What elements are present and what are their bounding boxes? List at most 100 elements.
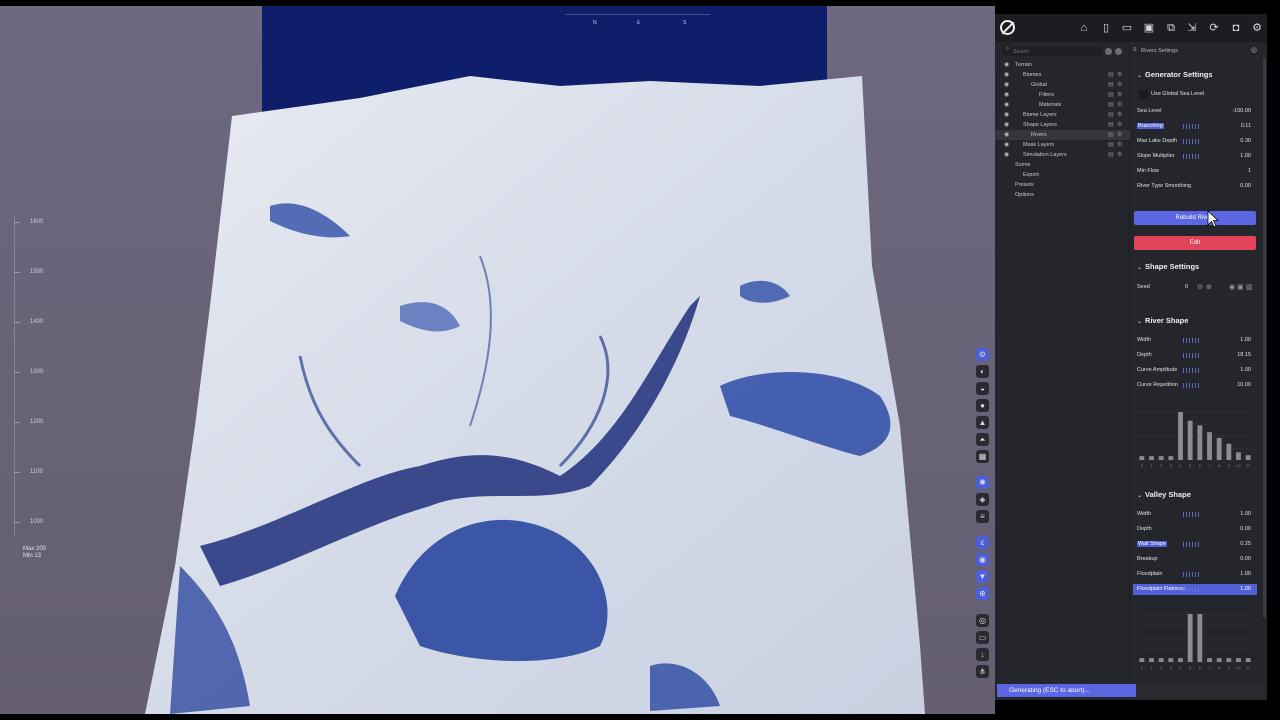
target-icon[interactable]: ◎ xyxy=(976,614,989,627)
slider-handle[interactable] xyxy=(1183,587,1199,592)
expand-all-icon[interactable] xyxy=(1115,48,1122,55)
property-row[interactable]: Curve Repetition 10.00 xyxy=(1133,380,1257,391)
histogram-bar[interactable] xyxy=(1178,658,1183,662)
slider-handle[interactable] xyxy=(1183,154,1199,159)
histogram-bar[interactable] xyxy=(1139,456,1145,460)
histogram-bar[interactable] xyxy=(1207,658,1212,662)
tree-item[interactable]: Presets xyxy=(995,180,1130,190)
terrain-viewport[interactable]: N E S 1600 1500 1400 1300 1200 1100 1000… xyxy=(0,6,995,714)
tree-item[interactable]: ◉ Simulation Layers ▤ ⚙ xyxy=(995,150,1130,160)
valley-shape-title[interactable]: ⌄ Valley Shape xyxy=(1137,490,1191,499)
visibility-eye-icon[interactable]: ◉ xyxy=(1004,120,1009,130)
property-row[interactable]: Floodplain 1.00 xyxy=(1133,569,1257,580)
property-value[interactable]: 1.00 xyxy=(1240,586,1251,592)
visibility-eye-icon[interactable]: ◉ xyxy=(1004,70,1009,80)
export-icon[interactable]: ⇲ xyxy=(1185,21,1199,35)
tree-search-input[interactable] xyxy=(1013,47,1098,56)
layer-settings-icon[interactable]: ⚙ xyxy=(1117,120,1122,130)
panel-menu-icon[interactable]: ≡ xyxy=(1133,47,1137,53)
stamp-icon[interactable]: ◒ xyxy=(976,382,989,395)
tree-item[interactable]: Export xyxy=(995,170,1130,180)
visibility-eye-icon[interactable]: ◉ xyxy=(1004,90,1009,100)
river-shape-histogram[interactable]: 0 1 2 3 4 5 6 7 8 9 10 11 xyxy=(1137,410,1253,470)
property-value[interactable]: 1.00 xyxy=(1240,367,1251,373)
property-row[interactable]: Sea Level -100.00 xyxy=(1133,106,1257,117)
property-row[interactable]: Slope Multiplier 1.00 xyxy=(1133,151,1257,162)
mountain-icon[interactable]: ▲ xyxy=(976,416,989,429)
tree-item[interactable]: ◉ Materials ▤ ⚙ xyxy=(995,100,1130,110)
property-row[interactable]: Floodplain Flatness 1.00 xyxy=(1133,584,1257,595)
layer-settings-icon[interactable]: ⚙ xyxy=(1117,80,1122,90)
property-row[interactable]: Branching 0.11 xyxy=(1133,121,1257,132)
slider-handle[interactable] xyxy=(1183,338,1199,343)
sun-icon[interactable]: ✺ xyxy=(976,476,989,489)
globe-icon[interactable]: ⊕ xyxy=(976,587,989,600)
slider-handle[interactable] xyxy=(1183,353,1199,358)
layers-icon[interactable]: ◈ xyxy=(976,493,989,506)
river-shape-title[interactable]: ⌄ River Shape xyxy=(1137,316,1188,325)
layer-folder-icon[interactable]: ▤ xyxy=(1108,80,1114,90)
open-folder-icon[interactable]: ▭ xyxy=(1120,21,1134,35)
tree-item[interactable]: ◉ Global ▤ ⚙ xyxy=(995,80,1130,90)
use-global-sea-level-checkbox[interactable] xyxy=(1139,90,1148,99)
layer-folder-icon[interactable]: ▤ xyxy=(1108,120,1114,130)
slider-handle[interactable] xyxy=(1183,383,1199,388)
property-value[interactable]: 0.00 xyxy=(1240,526,1251,532)
shape-settings-title[interactable]: ⌄ Shape Settings xyxy=(1137,262,1199,271)
property-row[interactable]: Width 1.00 xyxy=(1133,509,1257,520)
histogram-bar[interactable] xyxy=(1158,456,1164,460)
home-icon[interactable]: ⌂ xyxy=(1077,21,1091,35)
screenshot-icon[interactable]: ◘ xyxy=(1229,21,1243,35)
histogram-bar[interactable] xyxy=(1149,658,1154,662)
histogram-bar[interactable] xyxy=(1168,456,1174,460)
tree-item[interactable]: ◉ Mask Layers ▤ ⚙ xyxy=(995,140,1130,150)
valley-shape-histogram[interactable]: 0 1 2 3 4 5 6 7 8 9 10 11 xyxy=(1137,612,1253,672)
property-row[interactable]: Depth 18.15 xyxy=(1133,350,1257,361)
histogram-bar[interactable] xyxy=(1139,658,1145,662)
property-value[interactable]: 0.25 xyxy=(1240,541,1251,547)
ec-icon[interactable]: ε xyxy=(976,536,989,549)
visibility-eye-icon[interactable]: ◉ xyxy=(1004,140,1009,150)
property-value[interactable]: 10.00 xyxy=(1237,382,1251,388)
layer-folder-icon[interactable]: ▤ xyxy=(1108,140,1114,150)
tree-item[interactable]: Scene xyxy=(995,160,1130,170)
layer-settings-icon[interactable]: ⚙ xyxy=(1117,140,1122,150)
histogram-bar[interactable] xyxy=(1168,658,1174,662)
visibility-eye-icon[interactable]: ◉ xyxy=(1004,80,1009,90)
property-value[interactable]: 0.00 xyxy=(1240,556,1251,562)
histogram-bar[interactable] xyxy=(1226,443,1232,460)
visibility-eye-icon[interactable]: ◉ xyxy=(1004,60,1009,70)
drop-icon[interactable]: ● xyxy=(976,399,989,412)
settings-icon[interactable]: ⚙ xyxy=(1250,21,1264,35)
visibility-eye-icon[interactable]: ◉ xyxy=(1004,110,1009,120)
folder-icon[interactable]: ▭ xyxy=(976,631,989,644)
histogram-bar[interactable] xyxy=(1149,456,1154,460)
histogram-bar[interactable] xyxy=(1245,658,1251,662)
brush-icon[interactable]: ◐ xyxy=(976,365,989,378)
network-icon[interactable]: ⋔ xyxy=(976,665,989,678)
slider-handle[interactable] xyxy=(1183,139,1199,144)
layer-settings-icon[interactable]: ⚙ xyxy=(1117,150,1122,160)
histogram-bar[interactable] xyxy=(1245,455,1251,460)
tree-item[interactable]: Options xyxy=(995,190,1130,200)
collapse-all-icon[interactable] xyxy=(1105,48,1112,55)
property-value[interactable]: 1.00 xyxy=(1240,337,1251,343)
grid-icon[interactable]: ▦ xyxy=(976,450,989,463)
histogram-bar[interactable] xyxy=(1236,452,1241,460)
seed-randomize-icon[interactable]: ⊖ xyxy=(1197,283,1203,291)
panel-options-icon[interactable]: ◎ xyxy=(1251,46,1257,54)
property-value[interactable]: 1.00 xyxy=(1240,153,1251,159)
tree-item[interactable]: ◉ Biomes ▤ ⚙ xyxy=(995,70,1130,80)
slider-handle[interactable] xyxy=(1183,512,1199,517)
delete-icon[interactable]: ▥ xyxy=(1246,283,1253,291)
tree-item[interactable]: ◉ Rivers ▤ ⚙ xyxy=(995,130,1130,140)
select-tool-icon[interactable]: ⚙ xyxy=(976,348,989,361)
refresh-icon[interactable]: ⟳ xyxy=(1207,21,1221,35)
property-value[interactable]: -100.00 xyxy=(1232,108,1251,114)
use-global-sea-level-row[interactable]: Use Global Sea Level xyxy=(1133,89,1257,100)
terrain-icon[interactable]: ⏶ xyxy=(976,433,989,446)
histogram-bar[interactable] xyxy=(1216,658,1222,662)
histogram-bar[interactable] xyxy=(1207,432,1212,460)
property-value[interactable]: 0.30 xyxy=(1240,138,1251,144)
layer-folder-icon[interactable]: ▤ xyxy=(1108,90,1114,100)
